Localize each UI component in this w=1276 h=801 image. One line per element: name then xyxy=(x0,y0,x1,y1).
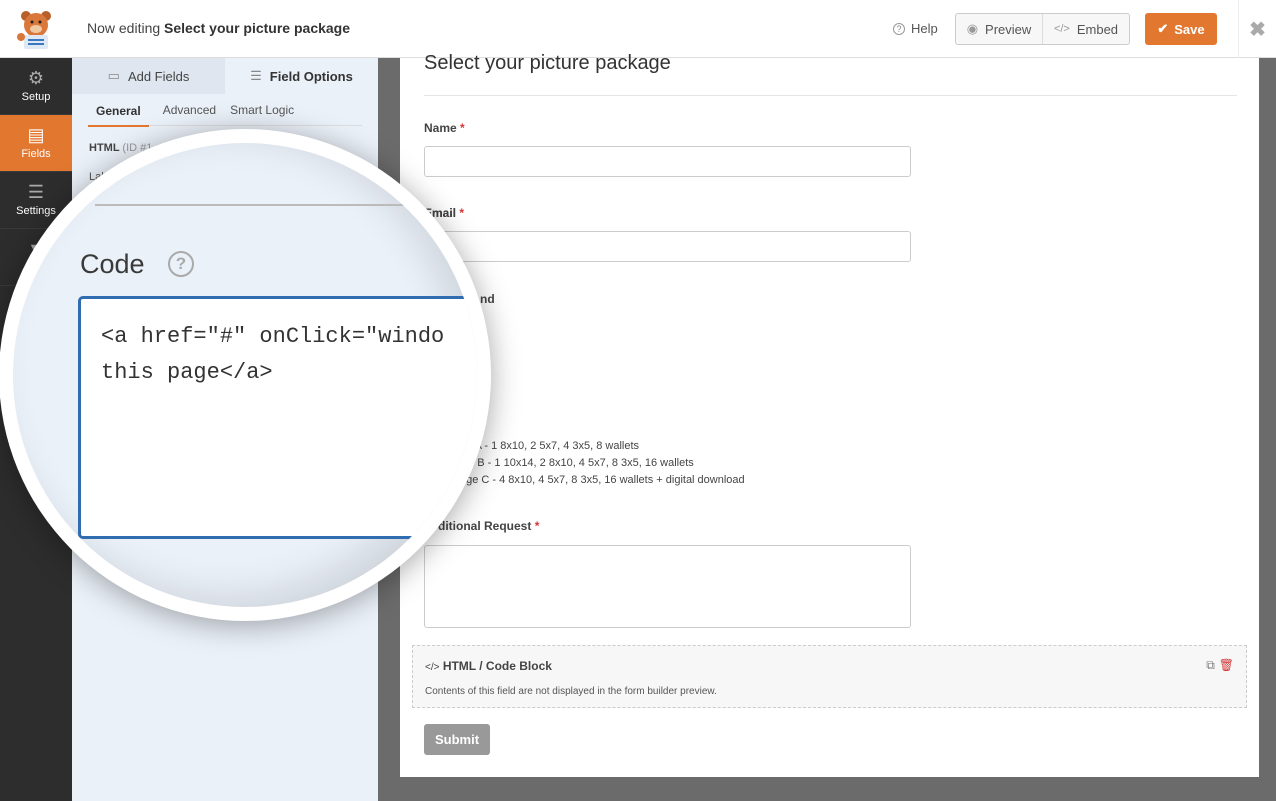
subtab-general[interactable]: General xyxy=(88,96,149,127)
code-block-description: Contents of this field are not displayed… xyxy=(425,686,717,697)
top-bar: Now editing Select your picture package … xyxy=(0,0,1276,58)
tab-add-fields[interactable]: ▭ Add Fields xyxy=(72,58,225,94)
email-input[interactable] xyxy=(424,231,911,262)
help-icon: ? xyxy=(893,22,905,35)
wpforms-logo[interactable] xyxy=(0,0,72,58)
name-input[interactable] xyxy=(424,146,911,177)
divider xyxy=(424,95,1237,96)
sliders-icon: ☰ xyxy=(27,182,45,202)
package-option-c[interactable]: age C - 4 8x10, 4 5x7, 8 3x5, 16 wallets… xyxy=(460,474,745,486)
nav-fields[interactable]: ▤ Fields xyxy=(0,115,72,172)
trash-icon[interactable]: 🗑 xyxy=(1219,658,1234,673)
code-icon: </> xyxy=(425,662,440,673)
help-button[interactable]: ? Help xyxy=(893,21,938,36)
list-icon: ▤ xyxy=(27,125,45,145)
nav-setup[interactable]: ⚙ Setup xyxy=(0,58,72,115)
email-label-visible-part: mail xyxy=(432,206,457,220)
form-preview: Select your picture package Name * Email… xyxy=(400,52,1259,777)
sliders-icon: ☰ xyxy=(250,68,262,83)
package-option-b[interactable]: ge B - 1 10x14, 2 8x10, 4 5x7, 8 3x5, 16… xyxy=(462,457,694,469)
preview-embed-group: ◉ Preview </> Embed xyxy=(955,13,1130,45)
tab-field-options[interactable]: ☰ Field Options xyxy=(225,58,378,94)
package-option-a[interactable]: e A - 1 8x10, 2 5x7, 4 3x5, 8 wallets xyxy=(466,440,639,452)
close-icon[interactable]: ✖ xyxy=(1238,0,1276,58)
duplicate-icon[interactable]: ⧉ xyxy=(1206,658,1215,673)
editing-title: Now editing Select your picture package xyxy=(87,20,351,36)
gear-icon: ⚙ xyxy=(27,68,45,88)
form-title: Select your picture package xyxy=(424,52,671,74)
html-code-block-field[interactable]: </> HTML / Code Block Contents of this f… xyxy=(412,645,1247,708)
table-icon: ▭ xyxy=(107,68,120,83)
background-label: nd xyxy=(480,292,495,306)
additional-request-textarea[interactable] xyxy=(424,545,911,628)
code-label: Code xyxy=(80,249,145,279)
preview-button[interactable]: ◉ Preview xyxy=(956,14,1042,44)
name-label: Name * xyxy=(424,121,465,135)
check-icon: ✔ xyxy=(1157,21,1169,36)
embed-button[interactable]: </> Embed xyxy=(1042,14,1129,44)
subtab-advanced[interactable]: Advanced xyxy=(163,103,216,117)
code-icon: </> xyxy=(1053,23,1070,35)
divider xyxy=(95,204,477,206)
magnifier-lens: Code ? <a href="#" onClick="windo this pa… xyxy=(13,143,477,607)
save-button[interactable]: ✔ Save xyxy=(1145,13,1217,45)
eye-icon: ◉ xyxy=(966,21,979,36)
submit-button[interactable]: Submit xyxy=(424,724,490,755)
subtab-smart-logic[interactable]: Smart Logic xyxy=(230,103,294,117)
help-icon[interactable]: ? xyxy=(168,251,194,277)
code-textarea[interactable]: <a href="#" onClick="windo this page</a> xyxy=(78,296,477,539)
